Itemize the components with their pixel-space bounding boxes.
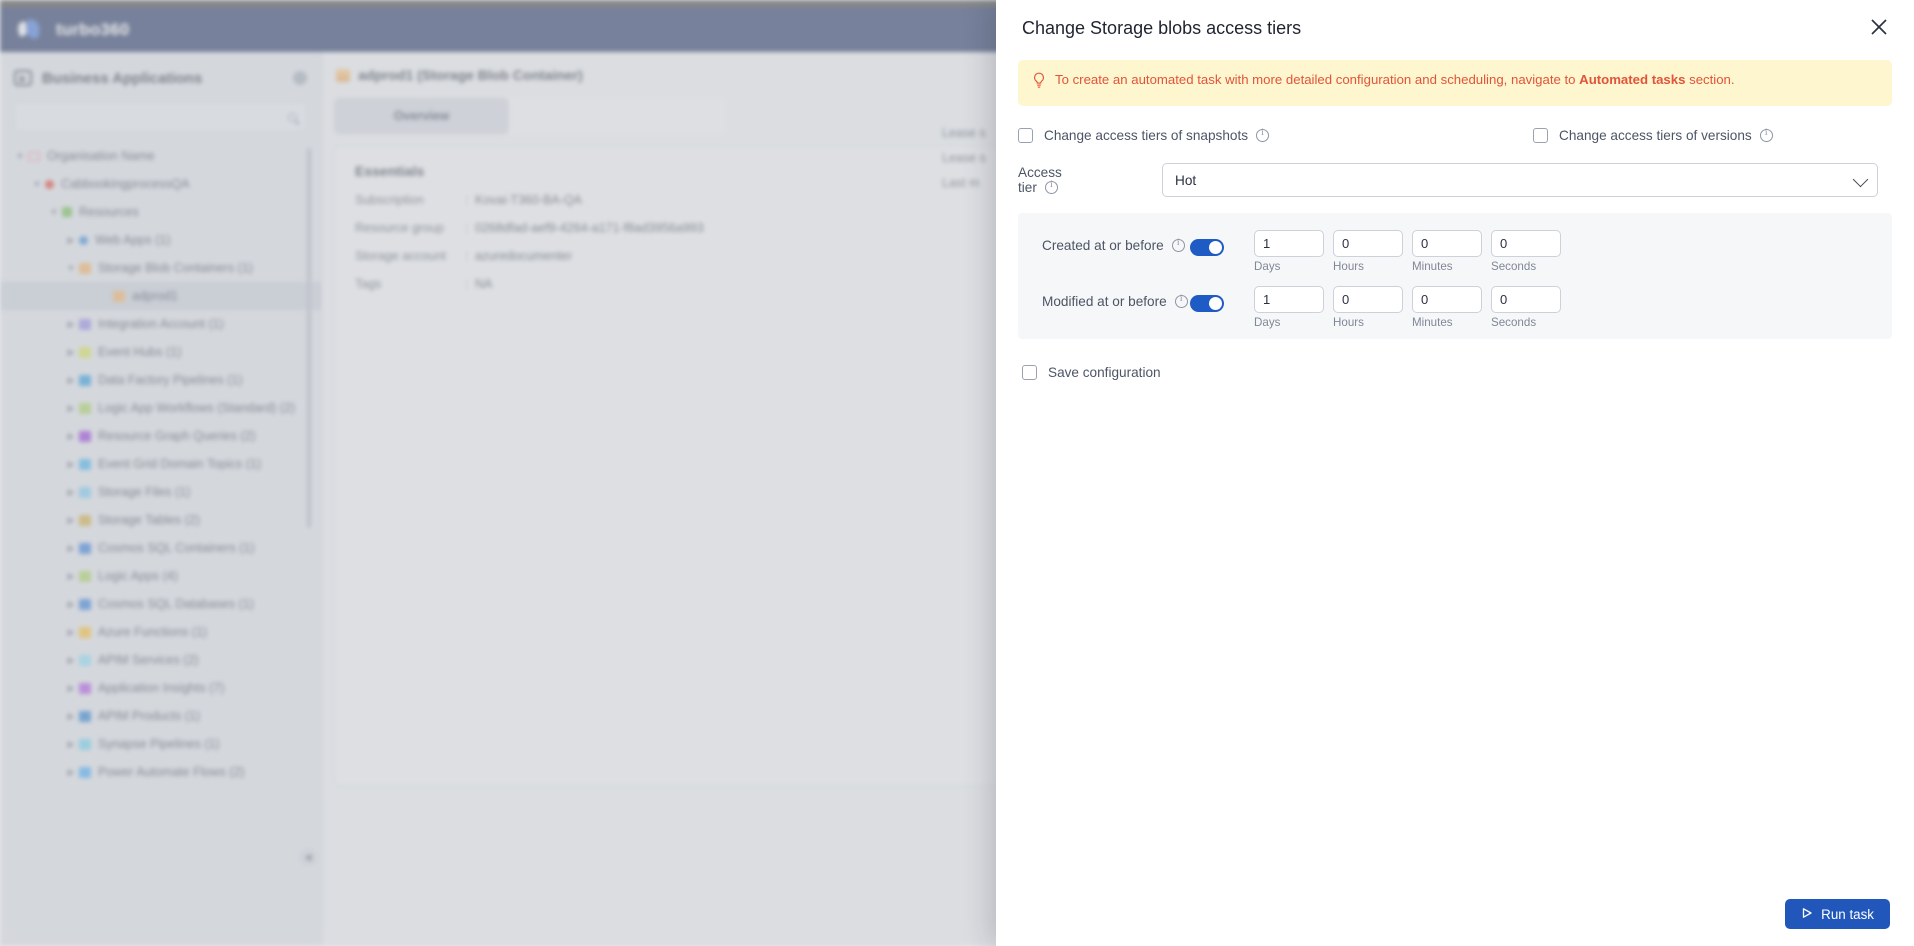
created-at-or-before-seconds-field: Seconds	[1491, 230, 1561, 273]
app-root: turbo360 Business Applications ▼ Organisa…	[0, 0, 1914, 946]
checkbox-versions-label: Change access tiers of versions	[1559, 128, 1773, 143]
toggle-knob	[1209, 241, 1222, 254]
created-at-or-before-label: Created at or before	[1018, 230, 1185, 253]
tip-text: To create an automated task with more de…	[1055, 71, 1735, 94]
created-at-or-before-toggle[interactable]	[1190, 239, 1224, 256]
modified-at-or-before-row: Modified at or before Days Hours Minutes Sec…	[1018, 277, 1892, 333]
info-icon-versions[interactable]	[1759, 128, 1773, 142]
access-tier-select[interactable]: Hot	[1162, 163, 1878, 197]
created-at-or-before-hours-field: Hours	[1333, 230, 1403, 273]
play-icon	[1801, 907, 1813, 922]
info-tip-banner: To create an automated task with more de…	[1018, 60, 1892, 106]
modified-at-or-before-toggle[interactable]	[1190, 295, 1224, 312]
checkbox-snapshots-label: Change access tiers of snapshots	[1044, 128, 1270, 143]
dialog-footer: Run task	[996, 882, 1914, 946]
lightbulb-icon	[1032, 72, 1046, 94]
time-filters-block: Created at or before Days Hours Minutes Seco…	[1018, 213, 1892, 339]
checkbox-snapshots[interactable]	[1018, 128, 1033, 143]
save-configuration-label: Save configuration	[1048, 365, 1161, 380]
modified-at-or-before-days-unit-label: Days	[1254, 316, 1281, 329]
run-task-label: Run task	[1821, 906, 1874, 922]
created-at-or-before-hours-input[interactable]	[1333, 230, 1403, 257]
run-task-button[interactable]: Run task	[1785, 899, 1890, 929]
modified-at-or-before-minutes-unit-label: Minutes	[1412, 316, 1453, 329]
save-configuration-row: Save configuration	[1018, 365, 1892, 380]
created-at-or-before-days-field: Days	[1254, 230, 1324, 273]
info-icon-snapshots[interactable]	[1256, 128, 1270, 142]
tier-scope-checkboxes: Change access tiers of snapshots Change …	[1018, 128, 1892, 143]
modified-at-or-before-minutes-field: Minutes	[1412, 286, 1482, 329]
created-at-or-before-minutes-input[interactable]	[1412, 230, 1482, 257]
access-tier-select-wrap: Hot	[1162, 163, 1878, 197]
automated-tasks-link[interactable]: Automated tasks	[1579, 72, 1685, 87]
created-at-or-before-minutes-field: Minutes	[1412, 230, 1482, 273]
modified-at-or-before-seconds-field: Seconds	[1491, 286, 1561, 329]
created-at-or-before-days-input[interactable]	[1254, 230, 1324, 257]
tip-text-after: section.	[1685, 72, 1735, 87]
modified-at-or-before-hours-input[interactable]	[1333, 286, 1403, 313]
close-icon[interactable]	[1868, 16, 1890, 38]
created-at-or-before-seconds-unit-label: Seconds	[1491, 260, 1537, 273]
created-at-or-before-label-text: Created at or before	[1042, 238, 1164, 253]
access-tier-label: Access tier	[1018, 165, 1084, 195]
created-at-or-before-days-unit-label: Days	[1254, 260, 1281, 273]
tip-text-before: To create an automated task with more de…	[1055, 72, 1580, 87]
toggle-knob	[1209, 297, 1222, 310]
info-icon-access-tier[interactable]	[1044, 180, 1058, 194]
created-at-or-before-minutes-unit-label: Minutes	[1412, 260, 1453, 273]
modified-at-or-before-seconds-unit-label: Seconds	[1491, 316, 1537, 329]
modified-at-or-before-label-text: Modified at or before	[1042, 294, 1167, 309]
modified-at-or-before-hours-field: Hours	[1333, 286, 1403, 329]
modified-at-or-before-days-input[interactable]	[1254, 286, 1324, 313]
modified-at-or-before-days-field: Days	[1254, 286, 1324, 329]
modified-at-or-before-minutes-input[interactable]	[1412, 286, 1482, 313]
modified-at-or-before-fields: Days Hours Minutes Seconds	[1254, 286, 1570, 329]
info-icon-modified-at-or-before[interactable]	[1174, 294, 1188, 308]
created-at-or-before-fields: Days Hours Minutes Seconds	[1254, 230, 1570, 273]
created-at-or-before-hours-unit-label: Hours	[1333, 260, 1364, 273]
created-at-or-before-row: Created at or before Days Hours Minutes Seco…	[1018, 221, 1892, 277]
access-tier-row: Access tier Hot	[1018, 163, 1892, 197]
dialog-title: Change Storage blobs access tiers	[1022, 17, 1302, 38]
modified-at-or-before-label: Modified at or before	[1018, 286, 1188, 309]
modified-at-or-before-hours-unit-label: Hours	[1333, 316, 1364, 329]
checkbox-save-configuration[interactable]	[1022, 365, 1037, 380]
modified-at-or-before-seconds-input[interactable]	[1491, 286, 1561, 313]
change-access-tiers-dialog: Change Storage blobs access tiers To cre…	[996, 0, 1914, 946]
created-at-or-before-seconds-input[interactable]	[1491, 230, 1561, 257]
checkbox-versions[interactable]	[1533, 128, 1549, 143]
info-icon-created-at-or-before[interactable]	[1171, 238, 1185, 252]
dialog-header: Change Storage blobs access tiers	[996, 0, 1914, 56]
dialog-body: To create an automated task with more de…	[996, 56, 1914, 882]
